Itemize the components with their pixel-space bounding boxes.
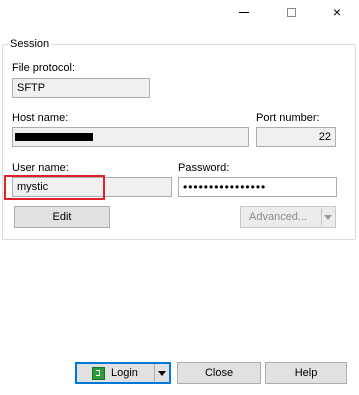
port-number-label: Port number: xyxy=(256,112,320,124)
password-input[interactable]: •••••••••••••••• xyxy=(178,177,337,197)
minimize-button[interactable] xyxy=(221,0,267,24)
advanced-button-label: Advanced... xyxy=(249,211,308,223)
host-name-label: Host name: xyxy=(12,112,69,124)
title-bar: × xyxy=(0,0,359,26)
password-label: Password: xyxy=(178,162,230,174)
redacted-host-value xyxy=(15,133,93,142)
user-name-input[interactable]: mystic xyxy=(12,177,172,197)
login-button[interactable]: Login xyxy=(75,362,171,384)
file-protocol-select[interactable]: SFTP xyxy=(12,78,150,98)
file-protocol-label: File protocol: xyxy=(12,62,75,74)
port-number-input[interactable]: 22 xyxy=(256,127,336,147)
maximize-button[interactable] xyxy=(268,0,314,24)
login-split-separator xyxy=(154,364,155,382)
login-dropdown-chevron-icon[interactable] xyxy=(158,371,166,376)
close-icon: × xyxy=(332,4,342,20)
advanced-split-separator xyxy=(321,208,322,226)
maximize-icon xyxy=(286,7,296,17)
close-button[interactable]: Close xyxy=(177,362,261,384)
session-legend: Session xyxy=(8,38,52,50)
login-icon xyxy=(92,366,105,380)
edit-button[interactable]: Edit xyxy=(14,206,110,228)
login-dialog: × Session File protocol: SFTP Host name:… xyxy=(0,0,359,395)
login-button-label: Login xyxy=(111,367,138,379)
chevron-down-icon xyxy=(324,215,332,220)
minimize-icon xyxy=(239,11,249,13)
close-window-button[interactable]: × xyxy=(314,0,359,24)
help-button[interactable]: Help xyxy=(265,362,347,384)
user-name-label: User name: xyxy=(12,162,69,174)
host-name-input[interactable] xyxy=(12,127,249,147)
